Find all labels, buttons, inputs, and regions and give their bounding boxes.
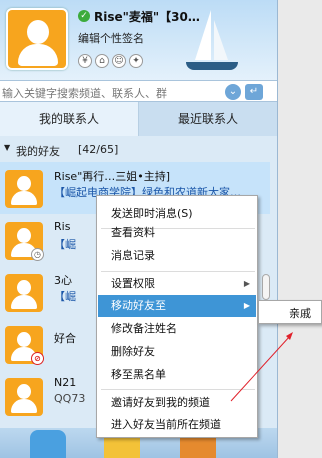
return-icon[interactable]: ↵ <box>245 84 263 100</box>
home-button[interactable] <box>30 430 66 458</box>
menu-item-label: 修改备注姓名 <box>111 322 177 335</box>
user-icon[interactable]: ☺ <box>112 54 126 68</box>
scrollbar[interactable] <box>262 274 270 300</box>
menu-item-edit-remark[interactable]: 修改备注姓名 <box>98 318 256 340</box>
contact-signature: QQ73 <box>54 392 86 405</box>
menu-item-move-to-blacklist[interactable]: 移至黑名单 <box>98 364 256 386</box>
clock-icon: ◷ <box>31 248 44 261</box>
submenu-arrow-icon: ▶ <box>243 279 250 288</box>
profile-nickname[interactable]: Rise"麦福"【30… <box>94 8 200 25</box>
menu-item-move-friend[interactable]: 移动好友至 ▶ <box>98 295 256 317</box>
avatar-head-shape <box>27 20 49 44</box>
menu-item-label: 消息记录 <box>111 249 155 262</box>
search-input[interactable]: 输入关键字搜索频道、联系人、群 <box>2 85 167 101</box>
menu-item-delete-friend[interactable]: 删除好友 <box>98 341 256 363</box>
search-bar[interactable]: 输入关键字搜索频道、联系人、群 ⌄ ↵ <box>0 80 277 102</box>
gift-icon[interactable]: ✦ <box>129 54 143 68</box>
menu-item-invite-to-channel[interactable]: 邀请好友到我的频道 <box>98 392 256 414</box>
contact-name: N21 <box>54 376 77 389</box>
home-icon[interactable]: ⌂ <box>95 54 109 68</box>
menu-item-label: 发送即时消息(S) <box>111 207 193 220</box>
blocked-icon: ⊘ <box>31 352 44 365</box>
sailboat-hull-icon <box>186 62 238 70</box>
contact-tabs: 我的联系人 最近联系人 <box>0 102 277 136</box>
menu-item-label: 查看资料 <box>111 226 155 239</box>
expand-arrow-icon[interactable]: ▼ <box>4 143 10 152</box>
menu-item-set-permissions[interactable]: 设置权限 ▶ <box>98 273 256 295</box>
annotation-arrow-head <box>286 332 293 340</box>
contact-name: 好合 <box>54 332 76 345</box>
contact-name: Rise"再行…三姐•主持] <box>54 170 171 183</box>
profile-header: ✓ Rise"麦福"【30… 编辑个性签名 ¥ ⌂ ☺ ✦ <box>0 0 277 80</box>
avatar[interactable]: ⊘ <box>5 326 44 365</box>
online-check-icon[interactable]: ✓ <box>78 10 90 22</box>
contact-name: 3心 <box>54 274 72 287</box>
tab-recent-contacts[interactable]: 最近联系人 <box>139 102 277 136</box>
menu-item-label: 移至黑名单 <box>111 368 166 381</box>
profile-signature[interactable]: 编辑个性签名 <box>78 30 144 46</box>
avatar[interactable] <box>5 170 43 208</box>
submenu-item-relatives[interactable]: 亲戚 <box>289 305 311 321</box>
group-header-friends[interactable]: ▼ 我的好友 [42/65] <box>0 140 277 160</box>
yuan-icon[interactable]: ¥ <box>78 54 92 68</box>
menu-item-message-history[interactable]: 消息记录 <box>98 245 256 267</box>
menu-item-view-profile[interactable]: 查看资料 <box>98 222 256 244</box>
menu-item-label: 进入好友当前所在频道 <box>111 418 221 431</box>
sailboat-jib-icon <box>214 20 228 60</box>
group-count: [42/65] <box>78 143 119 156</box>
header-icon-row: ¥ ⌂ ☺ ✦ <box>78 54 143 68</box>
avatar[interactable] <box>5 378 43 416</box>
tab-my-contacts[interactable]: 我的联系人 <box>0 102 139 136</box>
menu-separator <box>101 271 255 272</box>
avatar-body-shape <box>18 44 58 66</box>
menu-item-join-friend-channel[interactable]: 进入好友当前所在频道 <box>98 414 256 436</box>
group-name: 我的好友 <box>16 145 60 158</box>
contact-signature: 【崛 <box>54 238 76 251</box>
move-friend-submenu: 亲戚 <box>258 300 322 324</box>
menu-item-label: 设置权限 <box>111 277 155 290</box>
avatar[interactable]: ◷ <box>5 222 44 261</box>
menu-item-label: 移动好友至 <box>111 299 166 312</box>
menu-item-label: 删除好友 <box>111 345 155 358</box>
profile-avatar[interactable] <box>6 8 68 70</box>
context-menu: 发送即时消息(S) 查看资料 消息记录 设置权限 ▶ 移动好友至 ▶ 修改备注姓名 … <box>96 195 258 438</box>
chevron-down-icon[interactable]: ⌄ <box>225 84 241 100</box>
sailboat-sail-icon <box>195 10 211 60</box>
menu-item-label: 邀请好友到我的频道 <box>111 396 210 409</box>
contact-signature: 【崛 <box>54 290 76 303</box>
avatar[interactable] <box>5 274 43 312</box>
menu-separator <box>101 389 255 390</box>
submenu-arrow-icon: ▶ <box>243 301 250 310</box>
contact-name: Ris <box>54 220 71 233</box>
